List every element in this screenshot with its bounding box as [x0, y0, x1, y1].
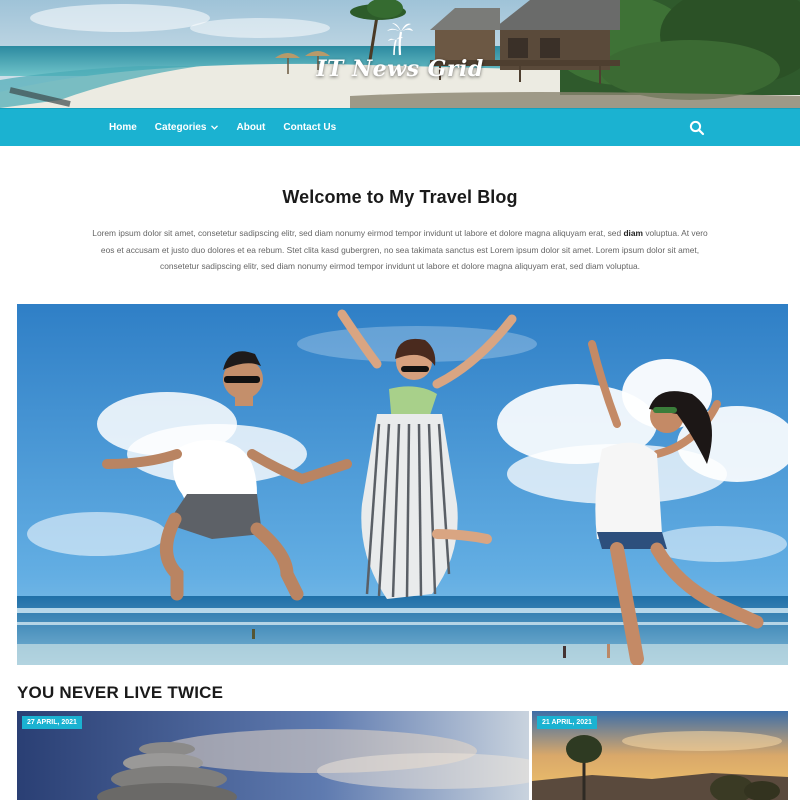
section-title: YOU NEVER LIVE TWICE	[17, 683, 224, 702]
nav-item-label: Contact Us	[283, 122, 337, 133]
nav-item-contact-us[interactable]: Contact Us	[283, 122, 336, 133]
nav-item-label: Categories	[154, 122, 207, 133]
date-badge: 21 APRIL, 2021	[537, 716, 597, 729]
search-button[interactable]	[689, 120, 705, 136]
bold-word: diam	[623, 228, 643, 238]
intro-paragraph: Lorem ipsum dolor sit amet, consetetur s…	[92, 228, 708, 271]
header-banner: IT News Grid	[0, 0, 800, 108]
nav-item-label: About	[236, 122, 266, 133]
page-title: Welcome to My Travel Blog	[282, 187, 518, 207]
palm-tree-icon	[387, 23, 413, 56]
search-icon	[689, 120, 705, 136]
hero-image	[17, 304, 788, 665]
chevron-down-icon	[211, 123, 219, 132]
nav-item-home[interactable]: Home	[109, 122, 137, 133]
post-card[interactable]: 21 APRIL, 2021	[532, 711, 788, 800]
intro-section: Welcome to My Travel Blog Lorem ipsum do…	[0, 146, 800, 275]
post-card[interactable]: 27 APRIL, 2021	[17, 711, 529, 800]
main-navigation: Home Categories About Contact Us	[0, 108, 800, 146]
nav-item-label: Home	[109, 122, 137, 133]
site-logo[interactable]: IT News Grid	[0, 22, 800, 82]
nav-item-about[interactable]: About	[236, 122, 265, 133]
site-logo-text: IT News Grid	[316, 56, 484, 82]
post-image-stones	[17, 711, 529, 800]
nav-item-categories[interactable]: Categories	[155, 122, 219, 133]
date-badge: 27 APRIL, 2021	[22, 716, 82, 729]
